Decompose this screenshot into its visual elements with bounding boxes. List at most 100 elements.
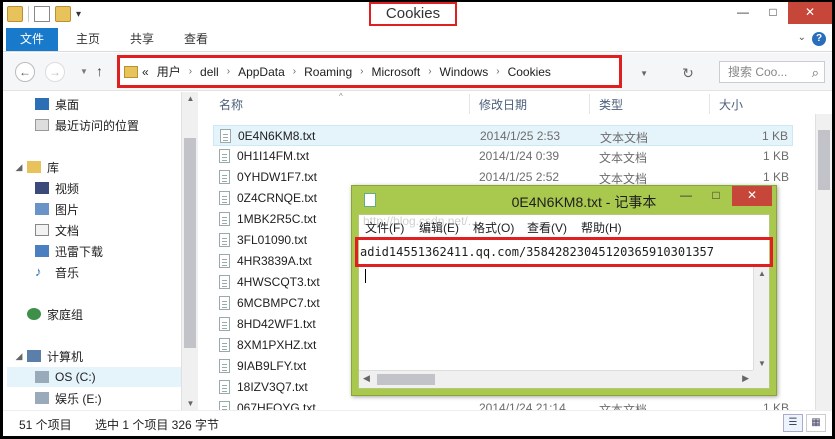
breadcrumb-separator-icon[interactable]: ›: [496, 66, 499, 77]
forward-button[interactable]: →: [45, 62, 65, 82]
column-header-date[interactable]: 修改日期: [479, 96, 527, 113]
details-view-button[interactable]: ☰: [783, 414, 803, 432]
large-icons-view-button[interactable]: ▦: [806, 414, 826, 432]
status-bar: 51 个项目 选中 1 个项目 326 字节 ☰ ▦: [3, 410, 832, 436]
up-button[interactable]: ↑: [96, 63, 103, 79]
breadcrumb-dell[interactable]: dell: [200, 65, 219, 79]
notepad-minimize-button[interactable]: —: [672, 186, 700, 206]
watermark: http://blog.csdn.net/...: [363, 214, 478, 228]
nav-item-video[interactable]: 视频: [35, 178, 79, 198]
search-icon[interactable]: ⌕: [812, 63, 819, 83]
file-date: 2014/1/24 0:39: [479, 149, 560, 163]
tab-home[interactable]: 主页: [65, 28, 111, 51]
scroll-down-icon[interactable]: ▼: [182, 399, 199, 408]
file-row[interactable]: 0E4N6KM8.txt 2014/1/25 2:53 文本文档 1 KB: [213, 125, 793, 146]
help-icon[interactable]: ?: [812, 32, 826, 46]
properties-icon[interactable]: [34, 6, 50, 22]
notepad-horizontal-scrollbar[interactable]: ◀ ▶: [359, 370, 753, 388]
refresh-icon[interactable]: ↻: [682, 65, 694, 82]
text-file-icon: [219, 317, 230, 331]
nav-item-drive-c[interactable]: OS (C:): [7, 367, 181, 387]
minimize-button[interactable]: —: [728, 2, 758, 24]
tab-view[interactable]: 查看: [173, 28, 219, 51]
scrollbar-thumb[interactable]: [818, 130, 830, 190]
breadcrumb-microsoft[interactable]: Microsoft: [372, 65, 421, 79]
nav-item-drive-e[interactable]: 娱乐 (E:): [35, 388, 102, 408]
notepad-vertical-scrollbar[interactable]: ▲ ▼: [753, 267, 769, 370]
address-bar[interactable]: « 用户 › dell › AppData › Roaming › Micros…: [117, 55, 622, 88]
sort-ascending-icon: ^: [339, 92, 343, 101]
scroll-up-icon[interactable]: ▲: [754, 269, 770, 278]
nav-item-music[interactable]: ♪ 音乐: [35, 262, 79, 282]
scroll-left-icon[interactable]: ◀: [363, 373, 370, 384]
chevron-down-icon[interactable]: ◢: [13, 162, 25, 173]
file-size: 1 KB: [761, 129, 788, 143]
notepad-close-button[interactable]: ✕: [732, 186, 772, 206]
notepad-maximize-button[interactable]: □: [702, 186, 730, 206]
tab-share[interactable]: 共享: [119, 28, 165, 51]
breadcrumb-separator-icon[interactable]: ›: [227, 66, 230, 77]
breadcrumb-separator-icon[interactable]: ›: [428, 66, 431, 77]
nav-item-label: 计算机: [47, 349, 84, 364]
breadcrumb-users[interactable]: 用户: [157, 63, 181, 80]
menu-help[interactable]: 帮助(H): [581, 219, 622, 236]
breadcrumb-overflow[interactable]: «: [142, 65, 149, 79]
nav-item-pictures[interactable]: 图片: [35, 199, 79, 219]
resize-grip[interactable]: [753, 370, 769, 388]
column-header-name[interactable]: 名称: [219, 96, 243, 113]
scroll-up-icon[interactable]: ▲: [182, 94, 199, 103]
customize-toolbar-icon[interactable]: ▾: [76, 9, 81, 20]
documents-icon: [35, 224, 49, 236]
nav-item-thunder[interactable]: 迅雷下载: [35, 241, 103, 261]
nav-item-documents[interactable]: 文档: [35, 220, 79, 240]
search-input[interactable]: 搜索 Coo... ⌕: [719, 61, 825, 83]
nav-item-desktop[interactable]: 桌面: [35, 94, 79, 114]
nav-item-computer[interactable]: ◢ 计算机: [13, 346, 83, 366]
navigation-pane: 桌面 最近访问的位置 ◢ 库 视频 图片 文档 迅雷下载 ♪ 音乐 家庭组 ◢ …: [3, 92, 198, 410]
breadcrumb-separator-icon[interactable]: ›: [360, 66, 363, 77]
column-header-size[interactable]: 大小: [719, 96, 743, 113]
maximize-button[interactable]: □: [758, 2, 788, 24]
column-divider[interactable]: [709, 94, 710, 114]
file-name: 1MBK2R5C.txt: [237, 212, 317, 226]
menu-view[interactable]: 查看(V): [527, 219, 567, 236]
navpane-scrollbar[interactable]: ▲ ▼: [181, 92, 198, 410]
library-icon: [27, 161, 41, 173]
nav-item-homegroup[interactable]: 家庭组: [27, 304, 83, 324]
breadcrumb-appdata[interactable]: AppData: [238, 65, 285, 79]
expand-ribbon-icon[interactable]: ⌄: [798, 32, 806, 43]
breadcrumb-roaming[interactable]: Roaming: [304, 65, 352, 79]
filelist-scrollbar[interactable]: [815, 114, 832, 410]
nav-item-libraries[interactable]: ◢ 库: [13, 157, 59, 177]
tab-file[interactable]: 文件: [6, 28, 58, 51]
nav-item-label: 娱乐 (E:): [55, 391, 102, 406]
address-dropdown-icon[interactable]: ▼: [640, 69, 648, 78]
chevron-down-icon[interactable]: ◢: [13, 351, 25, 362]
toolbar-divider: [28, 6, 29, 22]
column-divider[interactable]: [469, 94, 470, 114]
file-row[interactable]: 0H1I14FM.txt 2014/1/24 0:39 文本文档 1 KB: [213, 146, 793, 167]
nav-item-recent[interactable]: 最近访问的位置: [35, 115, 139, 135]
close-button[interactable]: ✕: [788, 2, 832, 24]
folder-icon: [7, 6, 23, 22]
nav-item-label: 最近访问的位置: [55, 118, 140, 133]
new-folder-icon[interactable]: [55, 6, 71, 22]
scroll-right-icon[interactable]: ▶: [742, 373, 749, 384]
breadcrumb-cookies[interactable]: Cookies: [508, 65, 551, 79]
notepad-text-highlight[interactable]: adid14551362411.qq.com/35842823045120365…: [355, 237, 773, 267]
file-name: 4HR3839A.txt: [237, 254, 312, 268]
recent-locations-icon[interactable]: ▼: [80, 67, 88, 76]
scroll-down-icon[interactable]: ▼: [754, 359, 770, 368]
file-size: 1 KB: [762, 170, 789, 184]
breadcrumb-separator-icon[interactable]: ›: [293, 66, 296, 77]
breadcrumb-separator-icon[interactable]: ›: [189, 66, 192, 77]
file-name: 0YHDW1F7.txt: [237, 170, 318, 184]
notepad-text-content[interactable]: adid14551362411.qq.com/35842823045120365…: [360, 245, 714, 259]
menu-format[interactable]: 格式(O): [473, 219, 514, 236]
scrollbar-thumb[interactable]: [377, 374, 435, 385]
scrollbar-thumb[interactable]: [184, 138, 196, 348]
column-divider[interactable]: [589, 94, 590, 114]
back-button[interactable]: ←: [15, 62, 35, 82]
column-header-type[interactable]: 类型: [599, 96, 623, 113]
breadcrumb-windows[interactable]: Windows: [440, 65, 489, 79]
